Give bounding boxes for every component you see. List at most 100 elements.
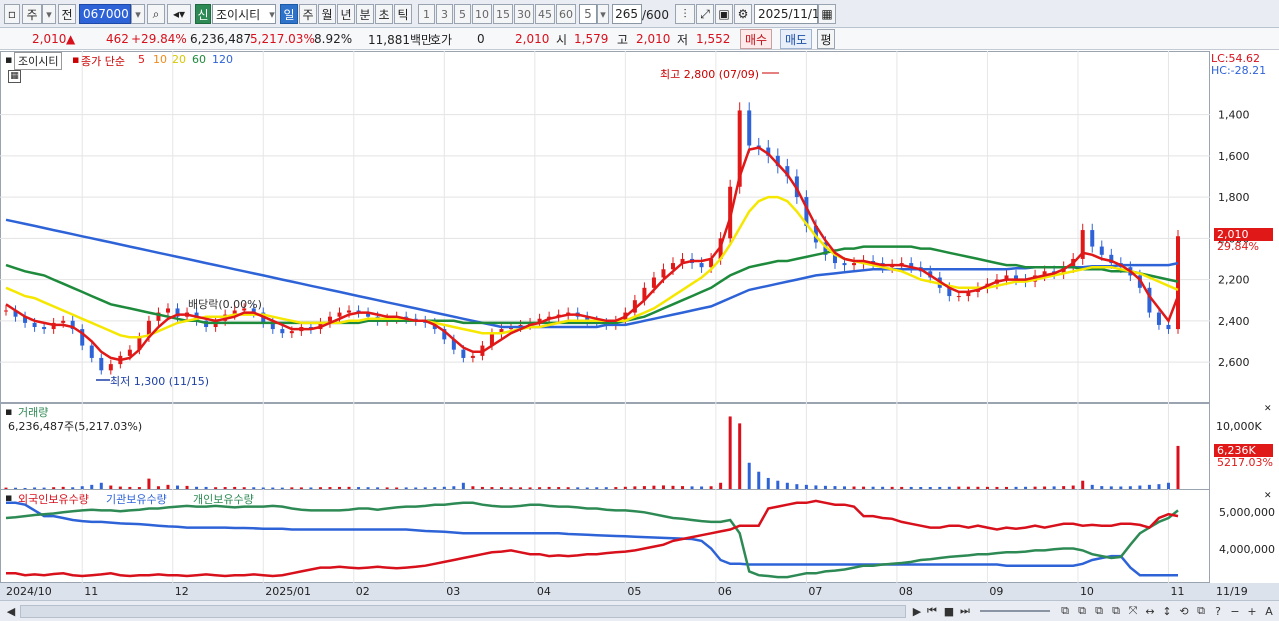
volume-bar bbox=[128, 486, 132, 489]
eval-button[interactable]: 평 bbox=[817, 29, 835, 49]
open-label: 시 bbox=[556, 32, 568, 47]
volume-bar bbox=[947, 486, 951, 489]
high-label: 고 bbox=[617, 32, 629, 47]
calendar-icon[interactable]: ▦ bbox=[818, 4, 836, 24]
buy-button[interactable]: 매수 bbox=[740, 29, 772, 49]
price-info-bar: 2,010 ▲ 462 +29.84% 6,236,487 5,217.03% … bbox=[0, 28, 1279, 50]
candle-body bbox=[42, 327, 47, 330]
first-icon[interactable]: ⏮ bbox=[925, 604, 939, 618]
close-icon[interactable]: ✕ bbox=[1264, 491, 1272, 501]
hc-label: HC:-28.21 bbox=[1211, 64, 1267, 77]
scroll-right-icon[interactable]: ▶ bbox=[910, 604, 924, 618]
period-year[interactable]: 년 bbox=[337, 4, 355, 24]
tool-icon[interactable]: ⟲ bbox=[1177, 604, 1191, 618]
interval-10[interactable]: 10 bbox=[472, 4, 492, 24]
tool-icon[interactable]: ⧉ bbox=[1092, 604, 1106, 618]
period-month[interactable]: 월 bbox=[318, 4, 336, 24]
tool-icon[interactable]: ⧉ bbox=[1109, 604, 1123, 618]
volume-value: 6,236,487 bbox=[190, 32, 252, 46]
low-price: 1,552 bbox=[696, 32, 731, 46]
price-panel-frame bbox=[0, 51, 1210, 403]
interval-60[interactable]: 60 bbox=[556, 4, 576, 24]
volume-bar bbox=[623, 486, 627, 489]
volume-bar bbox=[890, 486, 894, 489]
chevron-down-icon[interactable]: ▾ bbox=[42, 4, 56, 24]
interval-3[interactable]: 3 bbox=[436, 4, 453, 24]
window-icon[interactable]: ▫ bbox=[4, 4, 20, 24]
close-icon[interactable]: ✕ bbox=[1264, 404, 1272, 414]
draw-icon[interactable]: ⤢ bbox=[696, 4, 714, 24]
last-icon[interactable]: ⏭ bbox=[958, 604, 972, 618]
volume-bar bbox=[99, 482, 103, 489]
sell-button[interactable]: 매도 bbox=[780, 29, 812, 49]
volume-bar bbox=[61, 486, 65, 489]
interval-1[interactable]: 1 bbox=[418, 4, 435, 24]
chart-area[interactable]: 2,6002,4002,2002,0001,8001,6001,4002024/… bbox=[0, 51, 1279, 601]
interval-30[interactable]: 30 bbox=[514, 4, 534, 24]
candle-body bbox=[470, 355, 475, 358]
search-icon[interactable]: ⌕ bbox=[147, 4, 165, 24]
volume-bar bbox=[509, 487, 513, 489]
tool-icon[interactable]: ↔ bbox=[1143, 604, 1157, 618]
interval-45[interactable]: 45 bbox=[535, 4, 555, 24]
tool-icon[interactable]: ⧉ bbox=[1075, 604, 1089, 618]
tool-icon[interactable]: ⧉ bbox=[1058, 604, 1072, 618]
bar-count-input[interactable]: 265 bbox=[612, 4, 642, 24]
volume-bar bbox=[919, 486, 923, 489]
period-week[interactable]: 주 bbox=[299, 4, 317, 24]
legend-stock[interactable]: 조이시티 bbox=[14, 52, 63, 70]
type-prev-button[interactable]: 전 bbox=[58, 4, 76, 24]
table-icon[interactable]: ▦ bbox=[8, 70, 21, 83]
interval-5[interactable]: 5 bbox=[454, 4, 471, 24]
candle-body bbox=[32, 322, 37, 327]
legend-institution: 기관보유수량 bbox=[106, 493, 167, 506]
period-minute[interactable]: 분 bbox=[356, 4, 374, 24]
volume-bar bbox=[223, 487, 227, 489]
toolbar: ▫ 주 ▾ 전 067000 ▾ ⌕ ◂▾ 신 조이시티 ▾ 일 주 월 년 분… bbox=[0, 0, 1279, 28]
period-second[interactable]: 초 bbox=[375, 4, 393, 24]
open-price: 1,579 bbox=[574, 32, 609, 46]
period-tick[interactable]: 틱 bbox=[394, 4, 412, 24]
tool-icon[interactable]: ⧉ bbox=[1194, 604, 1208, 618]
volume-bar bbox=[719, 482, 723, 489]
last-pct-tag: 29.84% bbox=[1217, 240, 1259, 253]
institution-line bbox=[6, 501, 1178, 577]
volume-bar bbox=[852, 486, 856, 489]
code-dropdown-icon[interactable]: ▾ bbox=[131, 4, 145, 24]
tool-icon[interactable]: ⤧ bbox=[1126, 604, 1140, 618]
x-tick-label: 03 bbox=[446, 585, 460, 598]
horizontal-scrollbar[interactable] bbox=[20, 605, 906, 618]
chart-svg[interactable]: 2,6002,4002,2002,0001,8001,6001,4002024/… bbox=[0, 51, 1279, 601]
zoom-in-icon[interactable]: + bbox=[1245, 604, 1259, 618]
tool-icon[interactable]: ↕ bbox=[1160, 604, 1174, 618]
volume-bar bbox=[1176, 445, 1180, 489]
volume-bar bbox=[966, 486, 970, 489]
interval-15[interactable]: 15 bbox=[493, 4, 513, 24]
type-jong-button[interactable]: 주 bbox=[22, 4, 42, 24]
legend-ma60: 60 bbox=[192, 53, 206, 66]
count-select[interactable]: 5 bbox=[579, 4, 597, 24]
text-icon[interactable]: A bbox=[1262, 604, 1276, 618]
candle-icon[interactable]: ⫶ bbox=[675, 4, 695, 24]
legend-ma20: 20 bbox=[172, 53, 186, 66]
zoom-out-icon[interactable]: − bbox=[1228, 604, 1242, 618]
chevron-down-icon[interactable]: ▾ bbox=[266, 4, 278, 24]
stock-code-input[interactable]: 067000 bbox=[79, 4, 131, 24]
x-tick-label: 11/19 bbox=[1216, 585, 1248, 598]
volume-bar bbox=[290, 487, 294, 489]
date-input[interactable]: 2025/11/19 bbox=[754, 4, 827, 24]
volume-bar bbox=[633, 486, 637, 489]
gear-icon[interactable]: ⚙ bbox=[734, 4, 752, 24]
speaker-icon[interactable]: ◂▾ bbox=[167, 4, 191, 24]
volume-bar bbox=[1004, 486, 1008, 489]
chevron-down-icon[interactable]: ▾ bbox=[597, 4, 609, 24]
period-day[interactable]: 일 bbox=[280, 4, 298, 24]
high-price: 2,010 bbox=[636, 32, 671, 46]
volume-bar bbox=[337, 486, 341, 489]
zoom-slider[interactable] bbox=[980, 610, 1050, 612]
save-icon[interactable]: ▣ bbox=[715, 4, 733, 24]
stop-icon[interactable]: ■ bbox=[942, 604, 956, 618]
volume-bar bbox=[176, 485, 180, 489]
help-icon[interactable]: ? bbox=[1211, 604, 1225, 618]
scroll-left-icon[interactable]: ◀ bbox=[4, 604, 18, 618]
